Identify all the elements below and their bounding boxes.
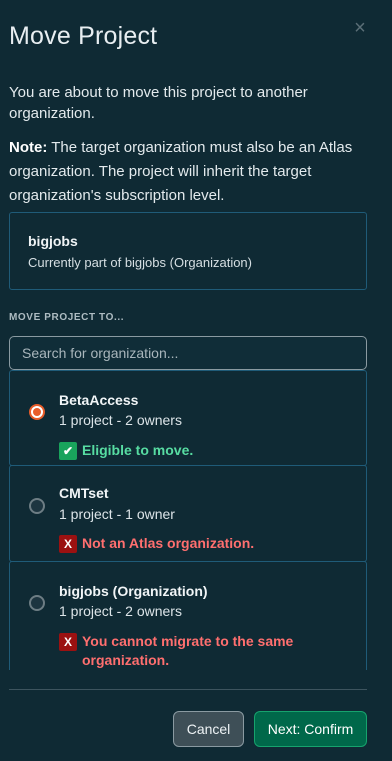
modal-title: Move Project <box>9 22 158 50</box>
note-text: The target organization must also be an … <box>9 139 353 204</box>
current-organization-card: bigjobs Currently part of bigjobs (Organ… <box>9 212 367 290</box>
current-project-name: bigjobs <box>28 233 78 249</box>
radio-button[interactable] <box>29 595 45 611</box>
organization-status: X You cannot migrate to the same organiz… <box>59 632 322 670</box>
note-label: Note: <box>9 139 48 156</box>
status-text: You cannot migrate to the same organizat… <box>82 633 294 668</box>
move-project-modal: × Move Project You are about to move thi… <box>0 0 392 761</box>
organization-option-betaaccess[interactable]: BetaAccess 1 project - 2 owners ✔ Eligib… <box>9 370 367 466</box>
current-organization-text: Currently part of bigjobs (Organization) <box>28 255 252 270</box>
status-text: Not an Atlas organization. <box>82 535 255 551</box>
organization-meta: 1 project - 1 owner <box>59 506 175 522</box>
radio-button[interactable] <box>29 498 45 514</box>
radio-button-selected[interactable] <box>29 404 45 420</box>
organization-status: X Not an Atlas organization. <box>59 534 322 553</box>
modal-note: Note: The target organization must also … <box>9 136 369 208</box>
organization-name: bigjobs (Organization) <box>59 583 208 599</box>
close-icon[interactable]: × <box>348 16 372 40</box>
x-icon: X <box>59 535 77 553</box>
organization-meta: 1 project - 2 owners <box>59 412 182 428</box>
organization-status: ✔ Eligible to move. <box>59 441 322 460</box>
organization-search-input[interactable] <box>9 336 367 370</box>
status-text: Eligible to move. <box>82 442 194 458</box>
x-icon: X <box>59 633 77 651</box>
modal-description: You are about to move this project to an… <box>9 84 308 122</box>
organization-name: CMTset <box>59 485 109 501</box>
organization-list[interactable]: BetaAccess 1 project - 2 owners ✔ Eligib… <box>9 370 367 670</box>
organization-option-bigjobs[interactable]: bigjobs (Organization) 1 project - 2 own… <box>9 561 367 670</box>
cancel-button[interactable]: Cancel <box>173 711 244 747</box>
organization-option-cmtset[interactable]: CMTset 1 project - 1 owner X Not an Atla… <box>9 465 367 562</box>
move-to-label: MOVE PROJECT TO... <box>9 312 125 323</box>
organization-name: BetaAccess <box>59 392 139 408</box>
next-confirm-button[interactable]: Next: Confirm <box>254 711 367 747</box>
footer-divider <box>9 689 367 690</box>
organization-meta: 1 project - 2 owners <box>59 603 182 619</box>
check-icon: ✔ <box>59 442 77 460</box>
